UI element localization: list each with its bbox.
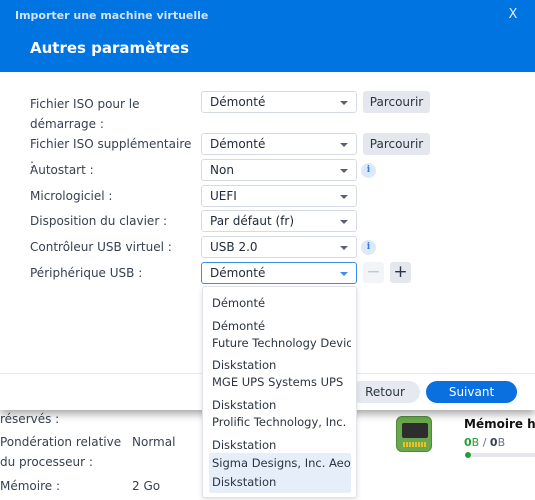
bg-row-reserved: réservés :: [0, 409, 59, 429]
dropdown-option[interactable]: Diskstation: [209, 437, 351, 454]
info-icon[interactable]: i: [361, 163, 376, 178]
next-button[interactable]: Suivant: [426, 381, 517, 403]
firmware-label: Micrologiciel :: [30, 189, 113, 203]
dialog-header: Importer une machine virtuelle X Autres …: [0, 0, 535, 72]
bg-value-memory: 2 Go: [132, 479, 161, 493]
chevron-down-icon: [340, 143, 348, 147]
extra-iso-select[interactable]: Démonté: [201, 133, 357, 155]
chevron-down-icon: [340, 195, 348, 199]
chevron-down-icon: [340, 272, 348, 276]
boot-iso-browse-button[interactable]: Parcourir: [363, 91, 430, 113]
bg-label-memory: Mémoire :: [0, 479, 61, 493]
keyboard-layout-select[interactable]: Par défaut (fr): [201, 210, 357, 232]
add-usb-device-button[interactable]: +: [390, 262, 411, 283]
autostart-label: Autostart :: [30, 163, 94, 177]
page-title: Autres paramètres: [30, 39, 190, 57]
host-memory-progress-dot: [465, 452, 471, 458]
remove-usb-device-button[interactable]: −: [363, 262, 384, 283]
usb-controller-select[interactable]: USB 2.0: [201, 236, 357, 258]
extra-iso-browse-button[interactable]: Parcourir: [363, 133, 430, 155]
chevron-down-icon: [340, 101, 348, 105]
keyboard-layout-label: Disposition du clavier :: [30, 214, 168, 228]
usb-device-select[interactable]: Démonté: [201, 262, 357, 284]
bg-label: Pondération relative du processeur :: [0, 435, 122, 469]
boot-iso-select[interactable]: Démonté: [201, 91, 357, 113]
autostart-select[interactable]: Non: [201, 159, 357, 181]
bg-label: réservés :: [0, 412, 60, 426]
memory-chip-icon: [396, 416, 432, 452]
screen: réservés : Pondération relative du proce…: [0, 0, 535, 500]
info-icon[interactable]: i: [361, 240, 376, 255]
dropdown-option[interactable]: Démonté Future Technology Devices: [209, 318, 351, 352]
usb-controller-label: Contrôleur USB virtuel :: [30, 240, 172, 254]
dropdown-option[interactable]: Diskstation MGE UPS Systems UPS: [209, 357, 351, 391]
window-title: Importer une machine virtuelle: [15, 9, 209, 22]
back-button[interactable]: Retour: [350, 381, 420, 403]
bg-row-cpu-weight: Pondération relative du processeur :: [0, 432, 130, 472]
host-memory-title: Mémoire hôte: [464, 417, 535, 431]
boot-iso-label: Fichier ISO pour le démarrage :: [30, 97, 140, 131]
close-icon[interactable]: X: [505, 7, 521, 23]
chevron-down-icon: [340, 246, 348, 250]
firmware-select[interactable]: UEFI: [201, 185, 357, 207]
bg-value-cpu-weight: Normal: [132, 435, 176, 449]
dropdown-option[interactable]: Diskstation Prolific Technology, Inc. PL: [209, 397, 351, 431]
host-memory-usage: 0B / 0B: [464, 436, 506, 449]
host-memory-progress: [465, 452, 535, 458]
dropdown-option[interactable]: Démonté: [209, 293, 351, 313]
chevron-down-icon: [340, 169, 348, 173]
dropdown-option-highlighted[interactable]: Sigma Designs, Inc. Aeote Diskstation: [209, 453, 351, 493]
usb-device-dropdown[interactable]: Démonté Démonté Future Technology Device…: [202, 286, 357, 498]
chevron-down-icon: [340, 220, 348, 224]
usb-device-label: Périphérique USB :: [30, 266, 143, 280]
